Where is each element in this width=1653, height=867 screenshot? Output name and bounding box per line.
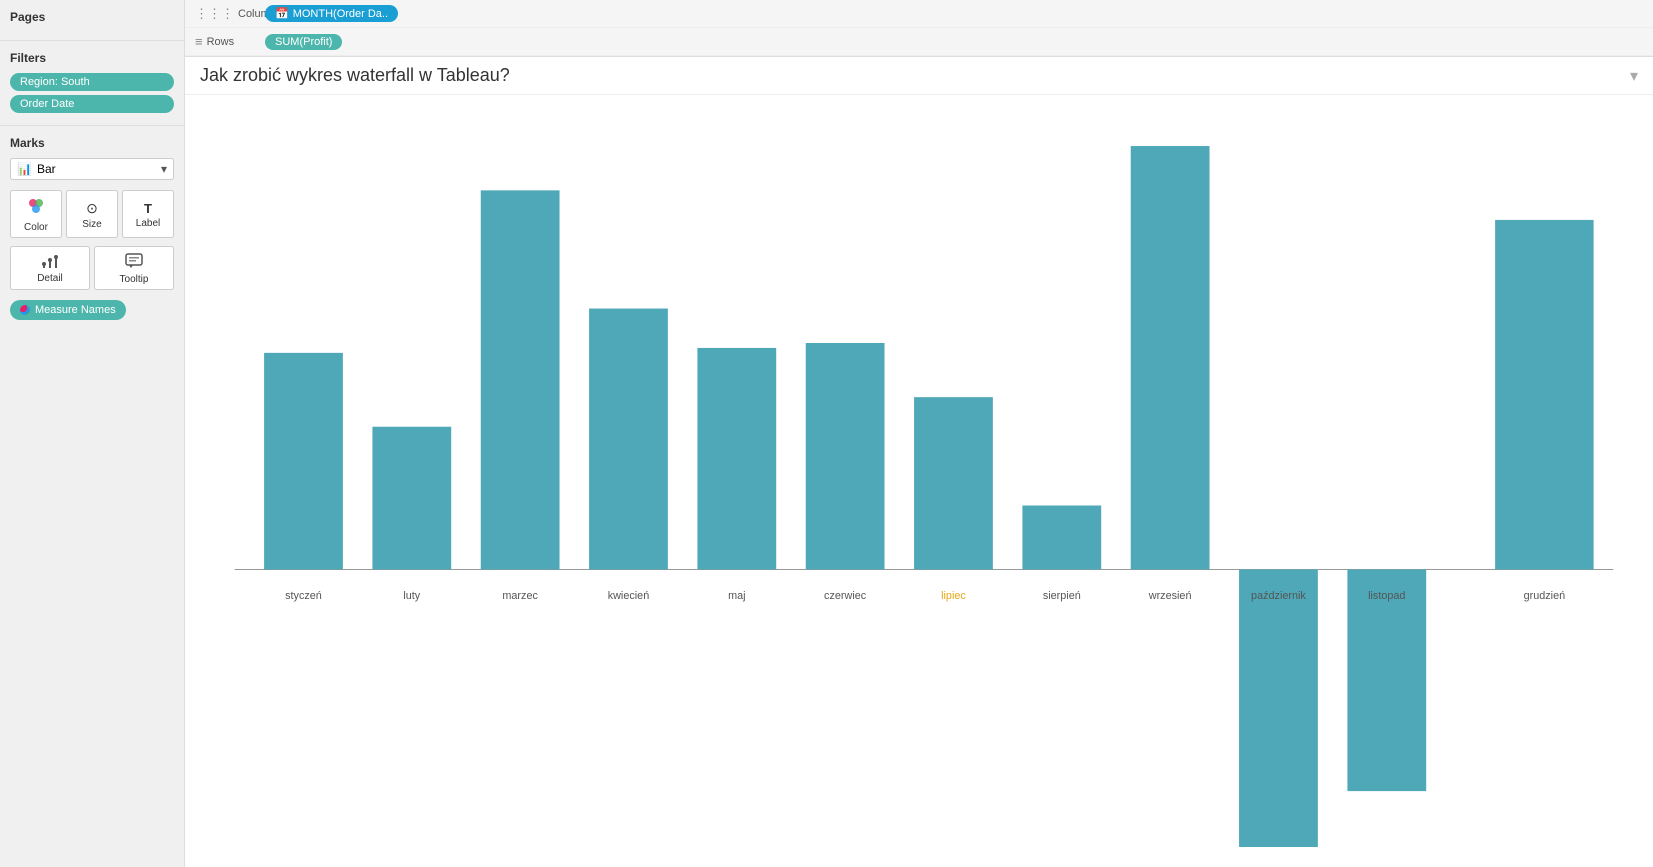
bar-pazdziernik — [1239, 570, 1318, 847]
label-maj: maj — [728, 590, 745, 602]
bar-grudzien — [1495, 220, 1593, 570]
rows-label: ≡ Rows — [195, 34, 265, 49]
label-marzec: marzec — [502, 590, 538, 602]
sidebar: Pages Filters Region: South Order Date M… — [0, 0, 185, 867]
label-lipiec: lipiec — [941, 590, 966, 602]
chart-title-bar: Jak zrobić wykres waterfall w Tableau? ▾ — [185, 57, 1653, 95]
label-label: Label — [136, 218, 160, 229]
marks-section: Marks 📊 Bar ▾ Color ⊙ Size — [0, 126, 184, 330]
bar-marzec — [481, 190, 560, 569]
bar-listopad — [1347, 570, 1426, 792]
rows-pill[interactable]: SUM(Profit) — [265, 34, 342, 50]
bar-czerwiec — [806, 343, 885, 570]
bar-lipiec — [914, 397, 993, 569]
label-icon: T — [144, 201, 152, 216]
calendar-icon: 📅 — [275, 7, 289, 20]
dropdown-arrow-icon: ▾ — [161, 162, 167, 176]
columns-label: ⋮⋮⋮ Columns — [195, 6, 265, 22]
marks-title: Marks — [10, 136, 174, 150]
detail-button[interactable]: Detail — [10, 246, 90, 290]
waterfall-chart: styczeń luty marzec kwiecień maj czerwie… — [205, 115, 1633, 847]
shelf-area: ⋮⋮⋮ Columns 📅 MONTH(Order Da.. ≡ Rows SU… — [185, 0, 1653, 57]
tooltip-label: Tooltip — [120, 274, 149, 285]
detail-label: Detail — [37, 273, 63, 284]
marks-buttons-row1: Color ⊙ Size T Label — [10, 190, 174, 238]
color-icon — [27, 197, 45, 220]
label-luty: luty — [403, 590, 420, 602]
label-sierpien: sierpień — [1043, 590, 1081, 602]
main-panel: ⋮⋮⋮ Columns 📅 MONTH(Order Da.. ≡ Rows SU… — [185, 0, 1653, 867]
filter-region[interactable]: Region: South — [10, 73, 174, 91]
detail-icon — [41, 254, 59, 271]
filters-title: Filters — [10, 51, 174, 65]
label-listopad: listopad — [1368, 590, 1405, 602]
bar-styczen — [264, 353, 343, 570]
label-kwiecien: kwiecień — [608, 590, 650, 602]
color-button[interactable]: Color — [10, 190, 62, 238]
size-button[interactable]: ⊙ Size — [66, 190, 118, 238]
bar-sierpien — [1022, 506, 1101, 570]
label-button[interactable]: T Label — [122, 190, 174, 238]
size-label: Size — [82, 219, 101, 230]
bar-wrzesien — [1131, 146, 1210, 569]
pages-section: Pages — [0, 0, 184, 41]
filter-order-date[interactable]: Order Date — [10, 95, 174, 113]
label-wrzesien: wrzesień — [1148, 590, 1192, 602]
columns-shelf: ⋮⋮⋮ Columns 📅 MONTH(Order Da.. — [185, 0, 1653, 28]
label-styczen: styczeń — [285, 590, 322, 602]
marks-buttons-row2: Detail Tooltip — [10, 246, 174, 290]
measure-names-pill[interactable]: Measure Names — [10, 300, 126, 320]
bar-chart-icon: 📊 — [17, 162, 32, 176]
bar-kwiecien — [589, 309, 668, 570]
chart-expand-icon[interactable]: ▾ — [1630, 66, 1638, 86]
rows-icon: ≡ — [195, 34, 203, 49]
marks-type-label: Bar — [37, 162, 56, 176]
marks-type-dropdown[interactable]: 📊 Bar ▾ — [10, 158, 174, 180]
filters-section: Filters Region: South Order Date — [0, 41, 184, 126]
label-czerwiec: czerwiec — [824, 590, 867, 602]
tooltip-button[interactable]: Tooltip — [94, 246, 174, 290]
columns-icon: ⋮⋮⋮ — [195, 6, 234, 22]
measure-names-icon — [20, 305, 30, 315]
chart-container: Jak zrobić wykres waterfall w Tableau? ▾ — [185, 57, 1653, 867]
chart-title: Jak zrobić wykres waterfall w Tableau? — [200, 65, 1630, 86]
bar-luty — [372, 427, 451, 570]
label-pazdziernik: październik — [1251, 590, 1306, 602]
pages-title: Pages — [10, 10, 174, 24]
label-grudzien: grudzień — [1524, 590, 1566, 602]
tooltip-icon — [125, 253, 143, 272]
columns-pill[interactable]: 📅 MONTH(Order Da.. — [265, 5, 398, 22]
color-label: Color — [24, 222, 48, 233]
bar-maj — [697, 348, 776, 570]
chart-body: styczeń luty marzec kwiecień maj czerwie… — [185, 95, 1653, 867]
size-icon: ⊙ — [86, 200, 98, 217]
measure-names-label: Measure Names — [35, 304, 116, 316]
rows-shelf: ≡ Rows SUM(Profit) — [185, 28, 1653, 56]
